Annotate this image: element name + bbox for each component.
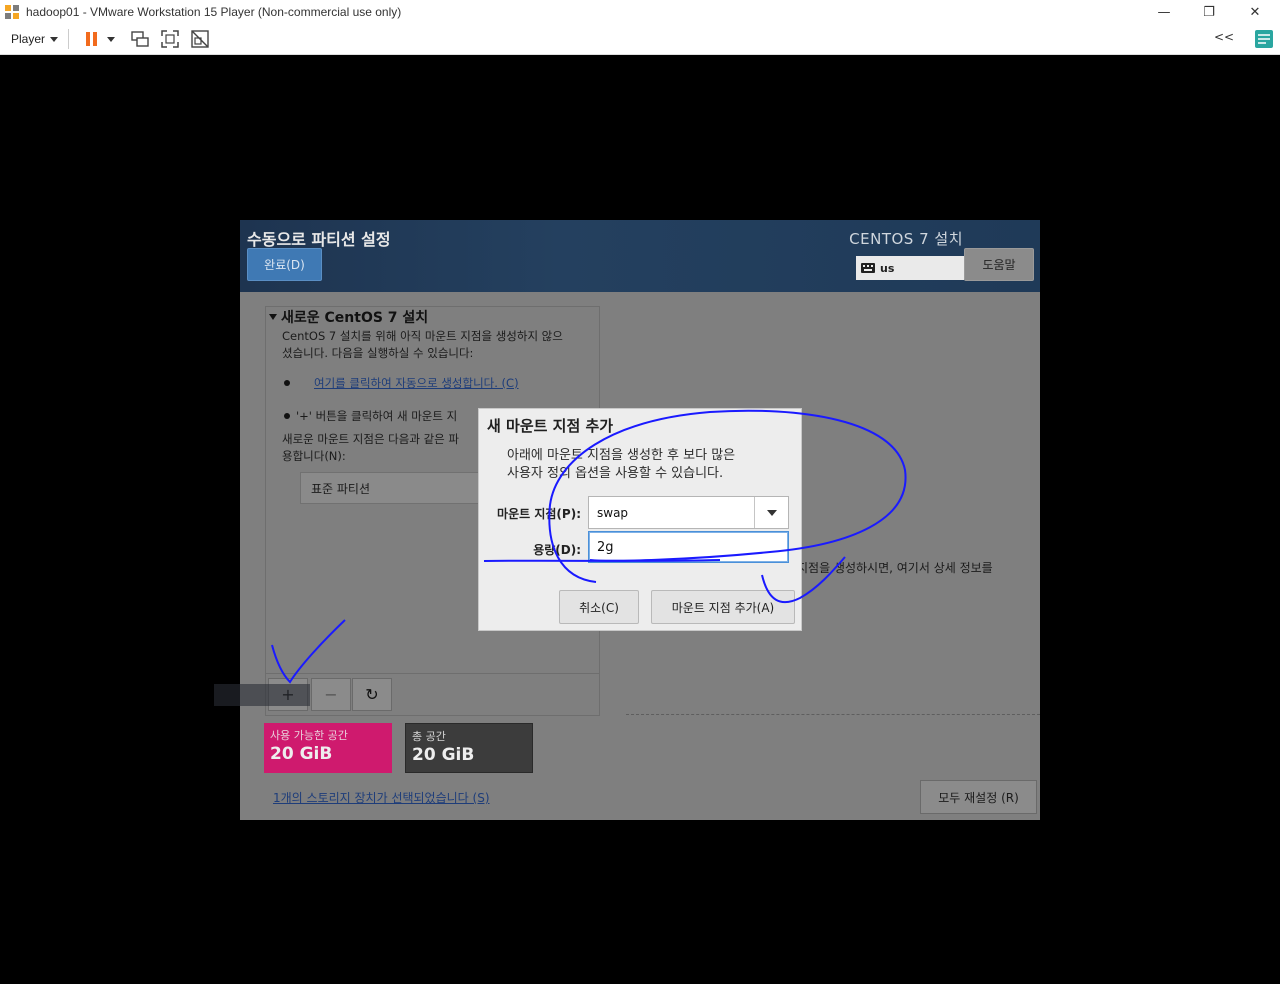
mount-point-value: swap	[597, 505, 629, 520]
pause-button[interactable]	[81, 28, 103, 50]
mount-point-toolbar: + − ↻	[265, 673, 600, 716]
network-monitor-icon	[131, 31, 149, 47]
vmware-player-window: hadoop01 - VMware Workstation 15 Player …	[0, 0, 1280, 984]
ghost-tooltip	[214, 684, 310, 706]
keyboard-layout-label: us	[880, 261, 895, 275]
available-space-box: 사용 가능한 공간 20 GiB	[264, 723, 392, 773]
capacity-label: 용량(D):	[533, 543, 581, 557]
intro-text-2: 셨습니다. 다음을 실행하실 수 있습니다:	[282, 346, 474, 360]
dialog-description-line-1: 아래에 마운트 지점을 생성한 후 보다 많은	[507, 448, 736, 463]
page-title: 수동으로 파티션 설정	[247, 230, 391, 249]
keyboard-icon	[861, 263, 875, 273]
done-button[interactable]: 완료(D)	[247, 248, 322, 281]
refresh-icon: ↻	[365, 685, 379, 704]
collapse-toolbar-button[interactable]: <<	[1214, 30, 1234, 44]
auto-create-link[interactable]: 여기를 클릭하여 자동으로 생성합니다. (C)	[314, 375, 519, 391]
dialog-description: 아래에 마운트 지점을 생성한 후 보다 많은 사용자 정의 옵션을 사용할 수…	[507, 447, 797, 483]
available-space-label: 사용 가능한 공간	[270, 729, 348, 742]
product-title: CENTOS 7 설치	[849, 230, 963, 248]
capacity-input[interactable]: 2g	[588, 531, 789, 563]
detail-hint-text: 지점을 생성하시면, 여기서 상세 정보를	[797, 561, 993, 575]
divider	[626, 714, 1040, 715]
combo-dropdown-button[interactable]	[754, 497, 788, 528]
minimize-icon: —	[1157, 4, 1171, 20]
restore-button[interactable]: ❐	[1186, 0, 1232, 24]
remove-mount-point-button[interactable]: −	[311, 678, 351, 711]
message-log-button[interactable]	[1253, 28, 1275, 54]
intro-text-1: CentOS 7 설치를 위해 아직 마운트 지점을 생성하지 않으	[282, 329, 563, 343]
keyboard-layout-indicator[interactable]: us	[856, 256, 964, 280]
total-space-value: 20 GiB	[412, 745, 475, 765]
mount-point-combo[interactable]: swap	[588, 496, 789, 529]
unity-icon	[191, 30, 209, 48]
close-button[interactable]: ✕	[1232, 0, 1278, 24]
total-space-label: 총 공간	[412, 730, 446, 743]
pause-dropdown-button[interactable]	[105, 28, 117, 50]
message-icon	[1255, 30, 1273, 48]
restore-icon: ❐	[1203, 4, 1215, 20]
toolbar-divider	[68, 29, 70, 49]
dialog-description-line-2: 사용자 정의 옵션을 사용할 수 있습니다.	[507, 466, 724, 481]
player-menu-label: Player	[11, 32, 46, 46]
window-titlebar: hadoop01 - VMware Workstation 15 Player …	[0, 0, 1280, 24]
reset-all-button[interactable]: 모두 재설정 (R)	[920, 780, 1037, 814]
help-button[interactable]: 도움말	[964, 248, 1034, 281]
storage-devices-link[interactable]: 1개의 스토리지 장치가 선택되었습니다 (S)	[273, 789, 490, 806]
expander-arrow-icon	[269, 314, 277, 320]
add-mount-point-dialog: 새 마운트 지점 추가 아래에 마운트 지점을 생성한 후 보다 많은 사용자 …	[478, 408, 802, 631]
fullscreen-button[interactable]	[159, 28, 181, 50]
chevron-down-icon	[766, 509, 777, 516]
vmware-logo-icon	[5, 5, 19, 19]
chevron-down-icon	[50, 36, 59, 42]
installer-header: 수동으로 파티션 설정 완료(D) CENTOS 7 설치 us 도움말	[240, 220, 1040, 292]
new-install-expander[interactable]: 새로운 CentOS 7 설치	[269, 307, 428, 327]
fullscreen-icon	[161, 30, 179, 48]
dialog-title: 새 마운트 지점 추가	[487, 417, 614, 435]
bullet-icon	[284, 413, 290, 419]
chevron-down-icon	[107, 36, 116, 42]
pause-icon	[86, 32, 98, 46]
player-menu-button[interactable]: Player	[11, 32, 59, 46]
total-space-box: 총 공간 20 GiB	[405, 723, 533, 773]
minus-icon: −	[324, 685, 338, 704]
add-mount-point-confirm-button[interactable]: 마운트 지점 추가(A)	[651, 590, 795, 624]
cancel-button[interactable]: 취소(C)	[559, 590, 639, 624]
double-chevron-left-icon: <<	[1214, 30, 1235, 44]
send-ctrl-alt-del-button[interactable]	[129, 28, 151, 50]
minimize-button[interactable]: —	[1141, 0, 1187, 24]
unity-button[interactable]	[189, 28, 211, 50]
player-toolbar: Player <<	[0, 24, 1280, 55]
available-space-value: 20 GiB	[270, 744, 333, 764]
new-install-heading: 새로운 CentOS 7 설치	[281, 310, 429, 326]
close-icon: ✕	[1249, 4, 1261, 20]
window-title: hadoop01 - VMware Workstation 15 Player …	[26, 5, 402, 19]
refresh-button[interactable]: ↻	[352, 678, 392, 711]
mount-point-label: 마운트 지점(P):	[497, 507, 581, 521]
bullet-icon	[284, 380, 290, 386]
